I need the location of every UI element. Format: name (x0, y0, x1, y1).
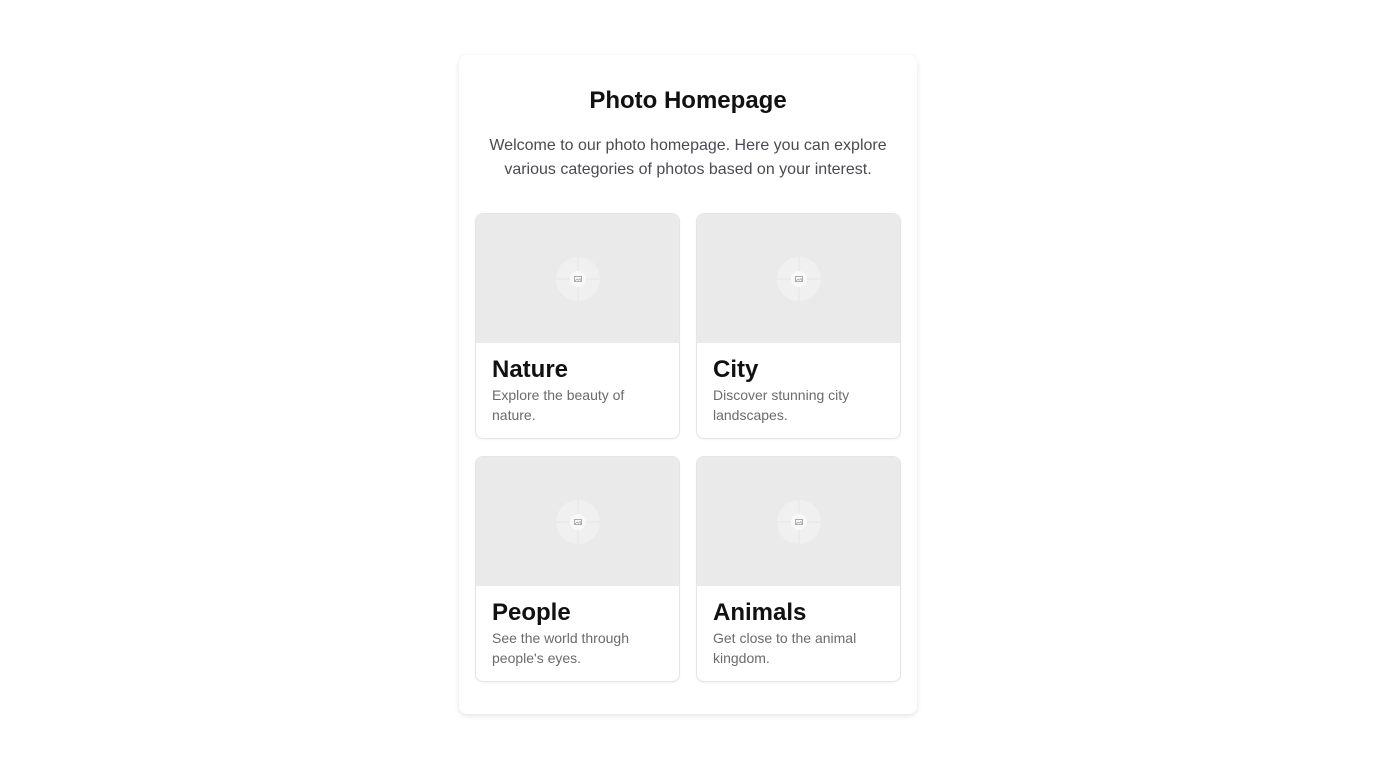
category-title: People (492, 599, 571, 626)
image-placeholder-icon (776, 256, 821, 301)
category-grid: Nature Explore the beauty of nature. Cit… (475, 213, 901, 682)
image-placeholder-icon (555, 499, 600, 544)
category-thumbnail (697, 214, 900, 343)
page-intro: Welcome to our photo homepage. Here you … (489, 137, 887, 178)
page: Photo Homepage Welcome to our photo home… (0, 0, 1376, 768)
category-card-people[interactable]: People See the world through people's ey… (475, 456, 680, 682)
category-title: City (713, 356, 759, 383)
category-thumbnail (476, 457, 679, 586)
category-title: Nature (492, 356, 569, 383)
category-card-city[interactable]: City Discover stunning city landscapes. (696, 213, 901, 439)
category-card-animals[interactable]: Animals Get close to the animal kingdom. (696, 456, 901, 682)
page-title: Photo Homepage (589, 87, 787, 114)
image-placeholder-icon (555, 256, 600, 301)
category-description: See the world through people's eyes. (492, 630, 629, 666)
category-description: Explore the beauty of nature. (492, 387, 625, 423)
category-card-nature[interactable]: Nature Explore the beauty of nature. (475, 213, 680, 439)
category-thumbnail (476, 214, 679, 343)
category-description: Get close to the animal kingdom. (713, 630, 857, 666)
category-title: Animals (713, 599, 807, 626)
photo-homepage-panel: Photo Homepage Welcome to our photo home… (459, 55, 917, 714)
image-placeholder-icon (776, 499, 821, 544)
category-description: Discover stunning city landscapes. (713, 387, 850, 423)
category-thumbnail (697, 457, 900, 586)
